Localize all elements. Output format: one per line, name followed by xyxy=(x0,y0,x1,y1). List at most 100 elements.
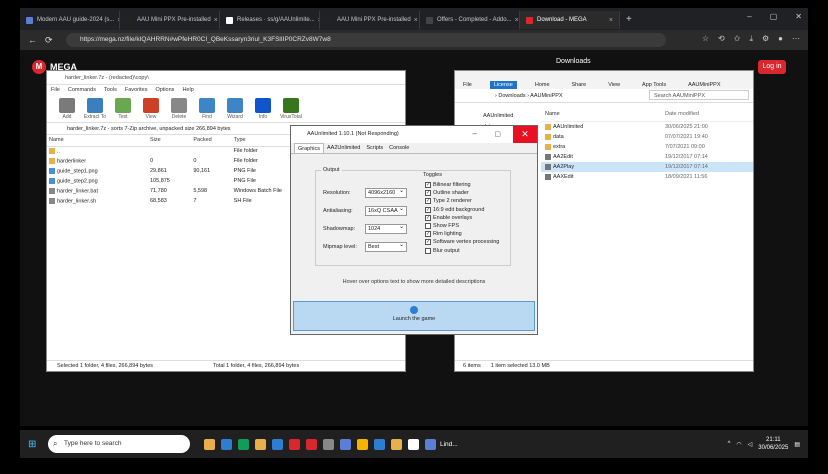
browser-tab[interactable]: AAU Mini PPX Pre-installed × xyxy=(120,11,220,29)
menu-item[interactable]: Commands xyxy=(68,85,96,95)
minimize-button[interactable]: – xyxy=(747,12,751,21)
tab-close-icon[interactable]: × xyxy=(411,17,418,24)
menu-item[interactable]: Tools xyxy=(104,85,117,95)
taskbar-app-icon[interactable] xyxy=(272,438,283,450)
toolbar-button[interactable]: Find xyxy=(195,98,219,120)
tab-close-icon[interactable]: × xyxy=(211,17,218,24)
ribbon-tab[interactable]: App Tools xyxy=(638,81,670,89)
menu-item[interactable]: File xyxy=(51,85,60,95)
reload-icon[interactable]: ⟳ xyxy=(45,35,53,46)
list-item[interactable]: AA2Play 19/12/2017 07:14 xyxy=(541,162,753,172)
toolbar-button[interactable]: View xyxy=(139,98,163,120)
profile-icon[interactable]: ● xyxy=(778,34,783,44)
tray-chevron-icon[interactable]: ^ xyxy=(728,441,731,447)
nav-item[interactable]: AAUnlimited xyxy=(455,111,539,122)
url-input[interactable]: https://mega.nz/file/kIQAHRRN#wPfeHR0CI_… xyxy=(66,33,666,47)
option-select[interactable]: 1024 xyxy=(365,223,407,234)
extensions-icon[interactable]: ⚙ xyxy=(762,34,769,44)
taskbar-app-icon[interactable] xyxy=(221,438,232,450)
list-item[interactable]: data 07/07/2021 19:40 xyxy=(541,132,753,142)
tab-aa2unlimited[interactable]: AA2Unlimited xyxy=(324,143,363,153)
maximize-icon[interactable]: ▢ xyxy=(494,130,501,138)
browser-tab[interactable]: AAU Mini PPX Pre-installed × xyxy=(320,11,420,29)
close-button[interactable]: ✕ xyxy=(513,126,537,143)
network-icon[interactable]: ◠ xyxy=(736,441,741,448)
toolbar-button[interactable]: Test xyxy=(111,98,135,120)
maximize-button[interactable]: ▢ xyxy=(770,12,778,21)
column-header[interactable]: Name xyxy=(47,135,148,147)
browser-tab[interactable]: Offers - Completed - Addo... × xyxy=(420,11,520,29)
minimize-icon[interactable]: – xyxy=(473,129,477,138)
favorites-icon[interactable]: ✩ xyxy=(734,34,741,44)
toggle-checkbox[interactable]: ✓ Type 2 renderer xyxy=(425,197,472,205)
taskbar-app-icon[interactable] xyxy=(306,438,317,450)
toggle-checkbox[interactable]: ✓ Enable overlays xyxy=(425,214,472,222)
taskbar-app-icon[interactable] xyxy=(425,438,436,450)
windows-start-icon[interactable]: ⊞ xyxy=(28,439,42,450)
list-item[interactable]: AA2Edit 19/12/2017 07:14 xyxy=(541,152,753,162)
ribbon-tab[interactable]: File xyxy=(459,81,476,89)
browser-tab[interactable]: Releases · ss/g/AAUnlimite...× xyxy=(220,11,320,29)
toolbar-button[interactable]: Delete xyxy=(167,98,191,120)
tab-scripts[interactable]: Scripts xyxy=(363,143,386,153)
taskbar-app-icon[interactable] xyxy=(391,438,402,450)
toggle-checkbox[interactable]: Show FPS xyxy=(425,222,459,230)
toolbar-button[interactable]: Wizard xyxy=(223,98,247,120)
ribbon-tab[interactable]: Share xyxy=(568,81,591,89)
option-select[interactable]: 16xQ CSAA xyxy=(365,205,407,216)
notifications-icon[interactable]: ▤ xyxy=(794,441,800,448)
toolbar-button[interactable]: Add xyxy=(55,98,79,120)
volume-icon[interactable]: ◁ xyxy=(748,441,753,448)
tab-close-icon[interactable]: × xyxy=(606,17,613,24)
list-item[interactable]: AAXEdit 18/09/2021 11:56 xyxy=(541,172,753,182)
taskbar-app-icon[interactable] xyxy=(357,438,368,450)
download-icon[interactable]: ⤓ xyxy=(749,34,753,44)
toolbar-button[interactable]: Info xyxy=(251,98,275,120)
menu-item[interactable]: Options xyxy=(155,85,174,95)
clock[interactable]: 21:11 30/06/2025 xyxy=(758,436,788,452)
tab-close-icon[interactable]: × xyxy=(512,17,519,24)
toggle-checkbox[interactable]: ✓ Rim lighting xyxy=(425,230,462,238)
login-button[interactable]: Log in xyxy=(758,60,786,74)
toggle-checkbox[interactable]: ✓ 16:9 edit background xyxy=(425,206,484,214)
list-item[interactable]: AAUnlimited 30/06/2025 21:00 xyxy=(541,122,753,132)
new-tab-button[interactable]: + xyxy=(626,14,632,25)
toolbar-button[interactable]: Extract To xyxy=(83,98,107,120)
breadcrumb[interactable]: › Downloads › AAUMiniPPX xyxy=(495,93,635,99)
menu-item[interactable]: Favorites xyxy=(125,85,148,95)
taskbar-app-label[interactable]: Lind... xyxy=(440,441,458,448)
option-select[interactable]: 4096x2160 xyxy=(365,187,407,198)
option-select[interactable]: Best xyxy=(365,241,407,252)
browser-tab[interactable]: Modern AAU guide-2024 (s...× xyxy=(20,11,120,29)
taskbar-app-icon[interactable] xyxy=(408,438,419,450)
taskbar-app-icon[interactable] xyxy=(340,438,351,450)
column-header[interactable]: Packed xyxy=(191,135,232,147)
column-header[interactable]: Size xyxy=(147,135,192,147)
taskbar-app-icon[interactable] xyxy=(374,438,385,450)
back-icon[interactable]: ← xyxy=(28,35,37,45)
toggle-checkbox[interactable]: ✓ Outline shader xyxy=(425,189,469,197)
toolbar-button[interactable]: VirusTotal xyxy=(279,98,303,120)
close-button[interactable]: ✕ xyxy=(795,12,802,21)
column-name[interactable]: Name xyxy=(541,111,665,121)
ribbon-tab[interactable]: View xyxy=(604,81,624,89)
column-date[interactable]: Date modified xyxy=(665,111,745,121)
ribbon-tab[interactable]: Home xyxy=(531,81,554,89)
browser-tab[interactable]: Download - MEGA × xyxy=(520,11,620,29)
tab-graphics[interactable]: Graphics xyxy=(294,143,325,153)
taskbar-app-icon[interactable] xyxy=(289,438,300,450)
taskbar-app-icon[interactable] xyxy=(323,438,334,450)
favorite-icon[interactable]: ☆ xyxy=(702,34,709,44)
taskbar-app-icon[interactable] xyxy=(255,438,266,450)
toggle-checkbox[interactable]: ✓ Software vertex processing xyxy=(425,238,499,246)
list-item[interactable]: extra 7/07/2021 09:00 xyxy=(541,142,753,152)
more-icon[interactable]: ⋯ xyxy=(792,34,800,44)
launch-button[interactable]: Launch the game xyxy=(293,301,535,331)
search-input[interactable]: Search AAUMiniPPX xyxy=(649,90,749,100)
menu-item[interactable]: Help xyxy=(182,85,193,95)
ribbon-tab-active[interactable]: License xyxy=(489,81,517,89)
tab-console[interactable]: Console xyxy=(386,143,412,153)
taskbar-app-icon[interactable] xyxy=(238,438,249,450)
toggle-checkbox[interactable]: Blur output xyxy=(425,247,460,255)
toggle-checkbox[interactable]: ✓ Bilinear filtering xyxy=(425,181,471,189)
